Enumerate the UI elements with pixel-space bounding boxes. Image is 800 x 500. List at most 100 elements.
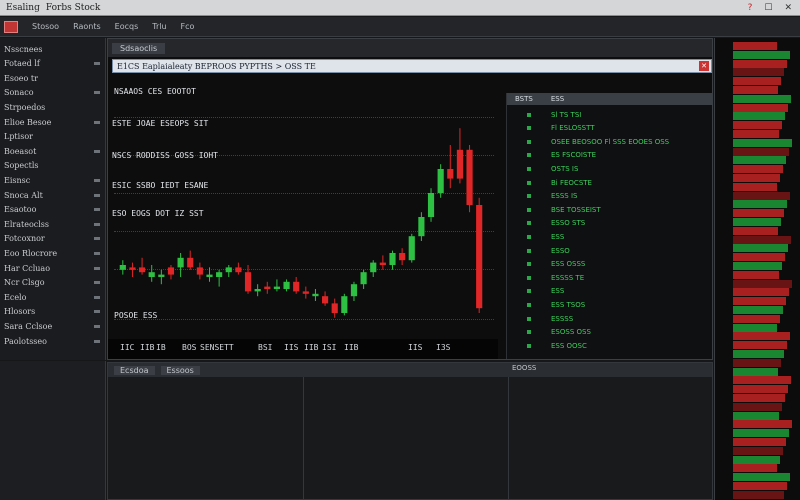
chart-tab[interactable]: Sdsaoclis (112, 42, 166, 54)
candle-body (418, 217, 425, 237)
sidebar-item[interactable]: Fotaed lf (0, 57, 106, 71)
row-bullet-icon (527, 112, 531, 117)
ticker-row (733, 323, 777, 332)
toolbar-item-2[interactable]: Raonts (73, 22, 101, 31)
candlestick-plot[interactable]: NSAAOS CES EOOTOT ESTE JOAE ESEOPS SIT N… (108, 75, 498, 361)
candle-body (350, 284, 358, 297)
ticker-row (733, 297, 786, 306)
order-book-row[interactable]: ESSO (507, 245, 713, 256)
sidebar-item[interactable]: Sonaco (0, 86, 106, 100)
order-book-label: ESS TSOS (551, 300, 586, 309)
sidebar-item[interactable]: Esaotoo (0, 203, 106, 217)
menu-item-stock[interactable]: Forbs Stock (46, 3, 100, 13)
sidebar-item[interactable]: Esoeo tr (0, 71, 106, 85)
sidebar-item[interactable]: Paolotsseo (0, 334, 106, 348)
book-header-1[interactable]: BSTS (515, 95, 533, 103)
sidebar-item-label: Boeasot (4, 146, 37, 156)
toolbar-item-5[interactable]: Fco (181, 22, 195, 31)
app-logo-icon[interactable] (4, 20, 18, 33)
sidebar-item[interactable]: Elioe Besoe (0, 115, 106, 129)
sidebar-item-label: Fotaed lf (4, 59, 40, 69)
order-book-row[interactable]: BSE TOSSEIST (507, 204, 713, 215)
sidebar-marker-icon (94, 266, 100, 270)
order-book-label: ESOSS OSS (551, 328, 591, 337)
toolbar-item-3[interactable]: Eocqs (115, 22, 139, 31)
sidebar-item[interactable]: Hlosors (0, 305, 106, 319)
ticker-row (733, 350, 784, 358)
order-book-row[interactable]: Bi FEOCSTE (507, 177, 713, 188)
ticker-row (733, 306, 783, 314)
candle-body (437, 169, 444, 193)
candle-body (129, 267, 136, 270)
candle-body (225, 267, 232, 273)
sidebar-item[interactable]: Nsscnees (0, 42, 106, 56)
sidebar-item[interactable]: Boeasot (0, 144, 106, 158)
order-book-row[interactable]: ESS TSOS (507, 299, 713, 310)
candle-body (466, 149, 473, 205)
sidebar-item-label: Elrateoclss (4, 219, 50, 229)
sidebar-item[interactable]: Sara Cclsoe (0, 319, 106, 333)
order-book-row[interactable]: ES FSCOISTE (507, 150, 713, 161)
ticker-row (733, 411, 779, 420)
bottom-tab-2[interactable]: Essoos (160, 365, 200, 375)
sidebar-item-label: Esaotoo (4, 205, 37, 215)
order-book-label: ESSSS TE (551, 273, 585, 282)
menu-item-app[interactable]: Esaling (6, 3, 40, 13)
bottom-right-tab[interactable]: EOOSS (512, 364, 536, 372)
order-book-label: ESS OOSC (551, 341, 587, 350)
order-book-row[interactable]: ESS OSSS (507, 259, 713, 270)
candle-body (427, 193, 435, 217)
toolbar-item-4[interactable]: Trlu (152, 22, 166, 31)
sidebar-item[interactable]: Eisnsc (0, 173, 106, 187)
chart-close-icon[interactable]: ✕ (699, 61, 709, 71)
order-book-label: ESSS IS (551, 192, 578, 201)
sidebar-item-label: Lptisor (4, 132, 33, 142)
order-book-row[interactable]: ESSSS (507, 313, 713, 324)
ticker-row (733, 288, 789, 297)
order-book-row[interactable]: Fl ESLOSSTT (507, 123, 713, 134)
sidebar-marker-icon (94, 62, 100, 66)
sidebar-item[interactable]: Elrateoclss (0, 217, 106, 231)
order-book-row[interactable]: ESSO STS (507, 218, 713, 229)
order-book-label: ESSO STS (551, 219, 586, 228)
sidebar-item-label: Esoeo tr (4, 73, 38, 83)
toolbar-item-1[interactable]: Stosoo (32, 22, 59, 31)
order-book-row[interactable]: ESOSS OSS (507, 327, 713, 338)
chart-annotation-1: NSAAOS CES EOOTOT (114, 87, 196, 96)
sidebar-item[interactable]: Eoo Rlocrore (0, 246, 106, 260)
sidebar-item[interactable]: Har Ccluao (0, 261, 106, 275)
sidebar-marker-icon (94, 251, 100, 255)
order-book-row[interactable]: OSEE BEOSOO Fl SSS EOOES OSS (507, 136, 713, 147)
sidebar-item[interactable]: Ecelo (0, 290, 106, 304)
sidebar-item[interactable]: Ncr Clsgo (0, 276, 106, 290)
row-bullet-icon (527, 262, 531, 267)
order-book-row[interactable]: ESSSS TE (507, 272, 713, 283)
order-book-row[interactable]: OSTS IS (507, 163, 713, 174)
candle-body (138, 267, 146, 273)
order-book-row[interactable]: ESSS IS (507, 191, 713, 202)
sidebar-item[interactable]: Strpoedos (0, 100, 106, 114)
candle-body (399, 253, 406, 261)
close-icon[interactable]: ✕ (784, 3, 792, 13)
book-header-2[interactable]: ESS (551, 95, 564, 103)
order-book-row[interactable]: ESS (507, 231, 713, 242)
order-book-row[interactable]: ESS (507, 286, 713, 297)
ticker-strip (714, 38, 800, 500)
ticker-row (733, 42, 777, 50)
sidebar-item[interactable]: Snoca Alt (0, 188, 106, 202)
sidebar-item[interactable]: Fotcoxnor (0, 232, 106, 246)
sidebar-item[interactable]: Lptisor (0, 130, 106, 144)
watchlist-sidebar: Nsscnees Fotaed lf Esoeo tr Sonaco Strpoedos… (0, 38, 106, 360)
maximize-icon[interactable]: ☐ (764, 3, 772, 13)
sidebar-item[interactable]: Sopectls (0, 159, 106, 173)
chart-title-bar: E1CS Eaplaialeaty BEPROOS PYPTHS > OSS T… (112, 59, 712, 73)
bottom-tab-1[interactable]: Ecsdoa (114, 365, 155, 375)
order-book-row[interactable]: Sl TS TSI (507, 109, 713, 120)
ticker-row (733, 358, 781, 367)
ticker-row (733, 270, 779, 279)
order-book-header: BSTS ESS (507, 93, 713, 105)
sidebar-item-label: Ecelo (4, 292, 27, 302)
order-book-row[interactable]: ESS OOSC (507, 340, 713, 351)
ticker-row (733, 94, 791, 103)
help-icon[interactable]: ? (748, 3, 753, 13)
